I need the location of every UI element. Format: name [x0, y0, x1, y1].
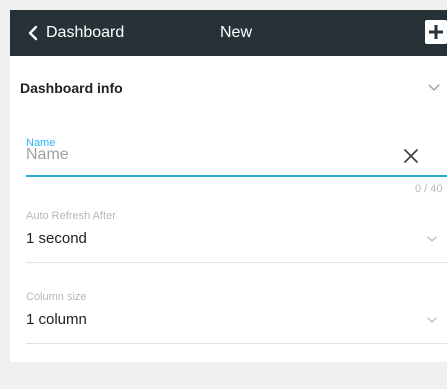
column-size-value: 1 column	[26, 311, 87, 328]
plus-icon	[429, 25, 443, 39]
chevron-down-icon	[428, 84, 440, 91]
column-size-label: Column size	[26, 291, 87, 303]
chevron-down-icon	[427, 236, 437, 242]
app-header: Dashboard New	[10, 10, 447, 56]
back-label: Dashboard	[46, 24, 125, 41]
add-button[interactable]	[425, 20, 447, 44]
auto-refresh-value: 1 second	[26, 230, 87, 247]
character-counter: 0 / 40	[415, 183, 443, 195]
chevron-left-icon	[28, 25, 38, 41]
dashboard-form-card: Dashboard info Name 0 / 40 Auto Refresh …	[10, 56, 447, 362]
chevron-down-icon	[427, 317, 437, 323]
column-size-select[interactable]: 1 column	[26, 311, 447, 335]
section-header-dashboard-info[interactable]: Dashboard info	[10, 56, 447, 116]
auto-refresh-underline	[26, 262, 447, 263]
page-title: New	[220, 24, 253, 41]
name-field-underline	[26, 175, 447, 177]
auto-refresh-label: Auto Refresh After	[26, 210, 116, 222]
back-button[interactable]: Dashboard	[10, 10, 160, 56]
name-input[interactable]	[26, 144, 396, 166]
close-icon[interactable]	[403, 148, 419, 164]
auto-refresh-select[interactable]: 1 second	[26, 230, 447, 254]
section-title: Dashboard info	[20, 80, 123, 96]
column-size-underline	[26, 343, 447, 344]
